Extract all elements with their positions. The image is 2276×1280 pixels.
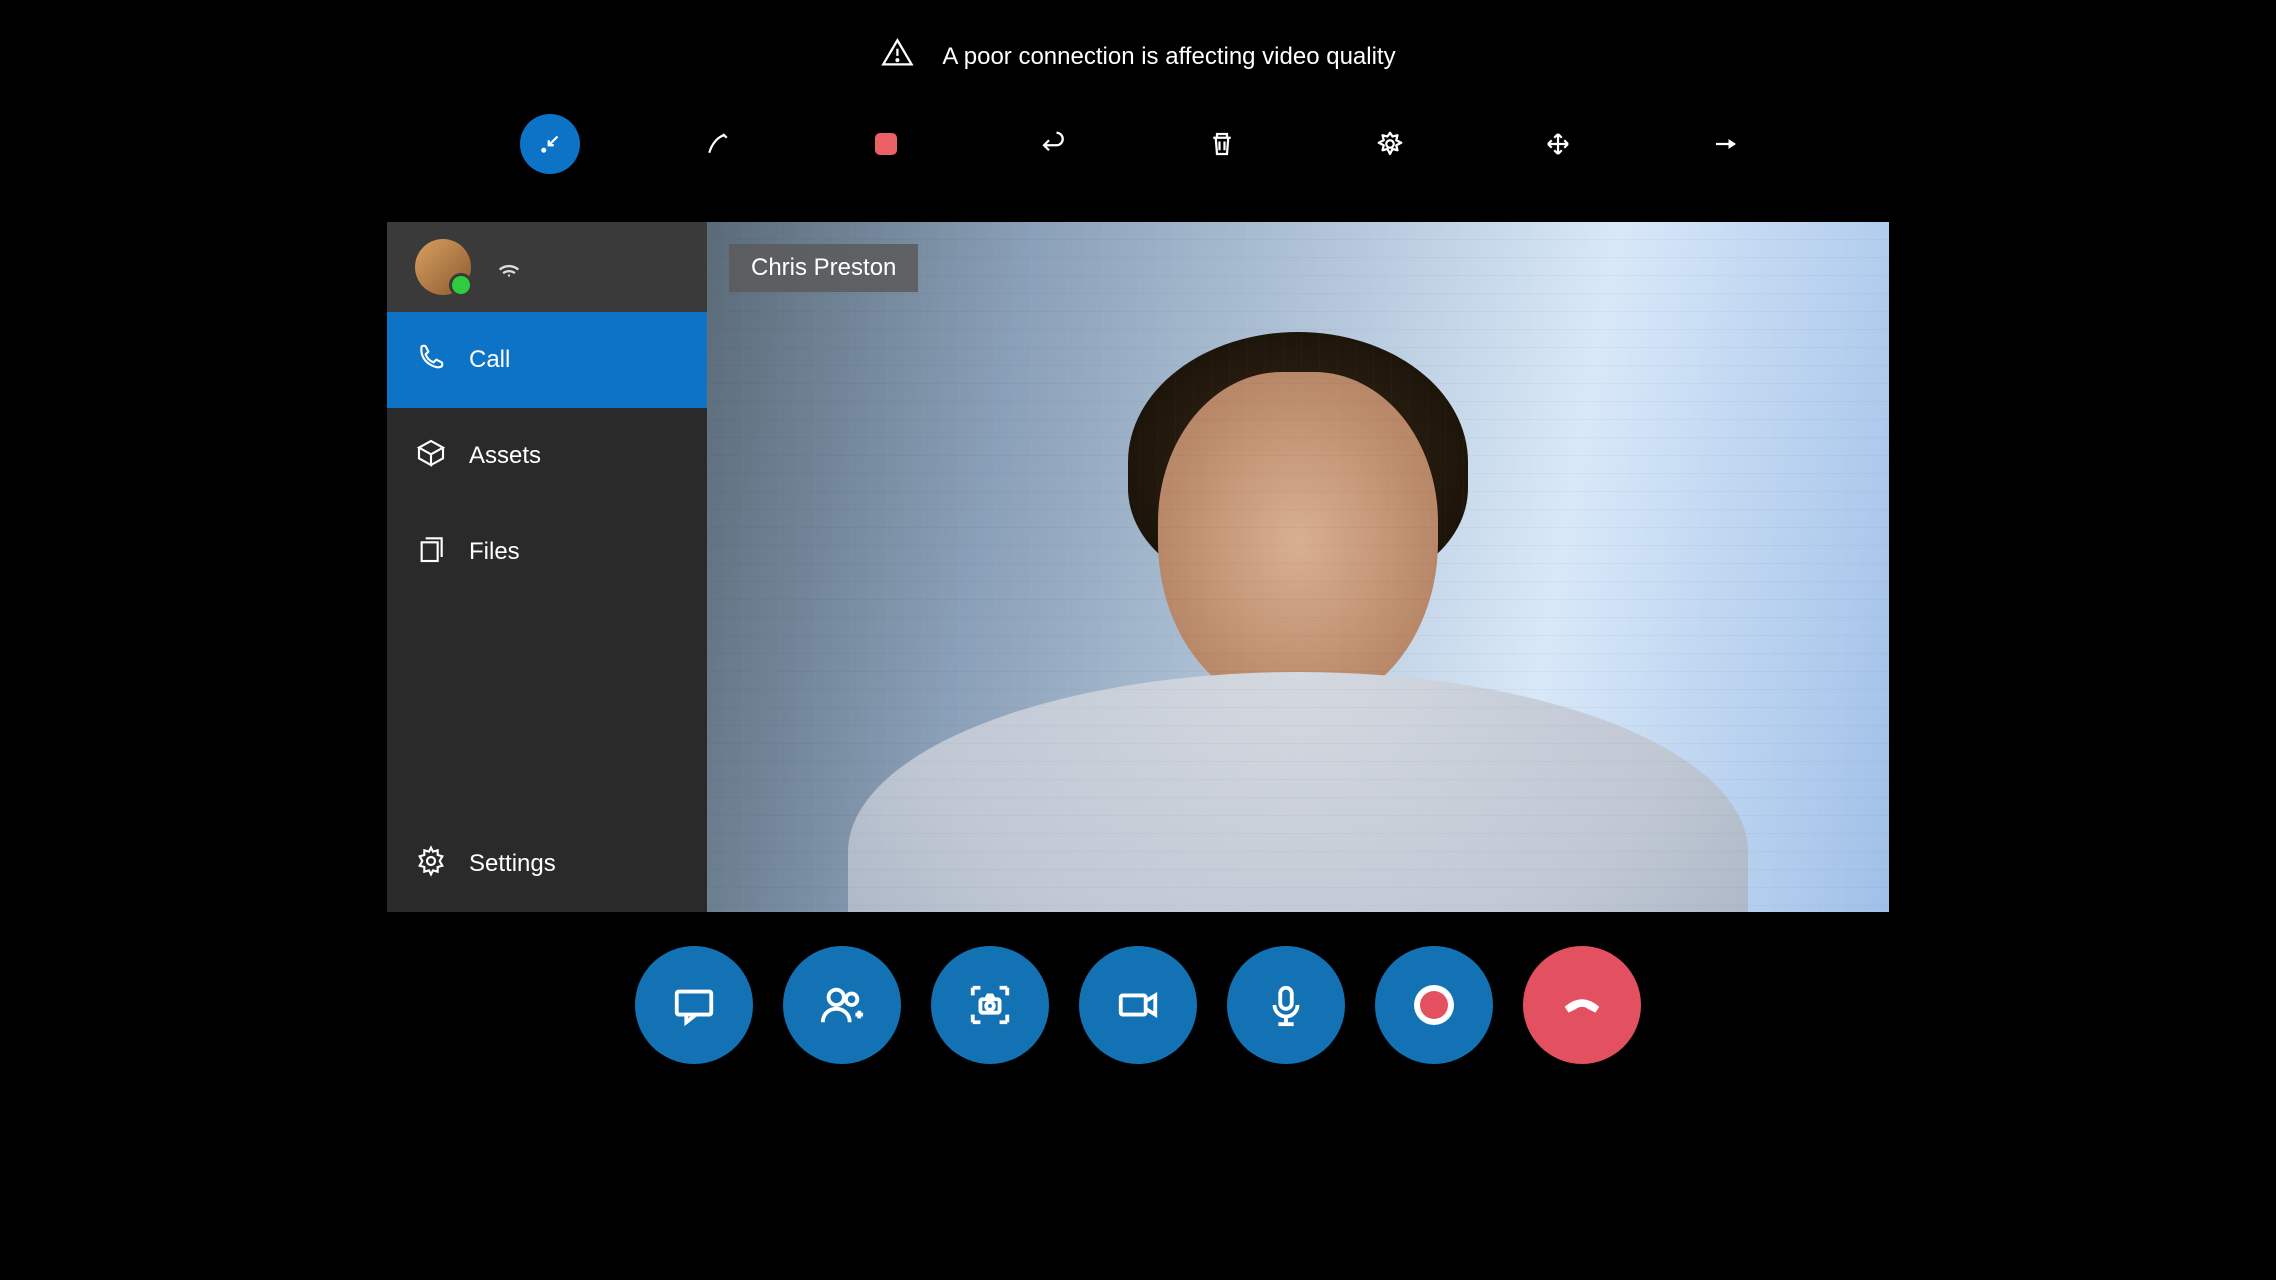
camera-button[interactable] — [1079, 946, 1197, 1064]
cube-icon — [415, 437, 447, 476]
call-controls — [635, 946, 1641, 1064]
delete-button[interactable] — [1192, 114, 1252, 174]
ink-button[interactable] — [688, 114, 748, 174]
sidebar: Call Assets Files Settings — [387, 222, 707, 912]
sidebar-item-files[interactable]: Files — [387, 504, 707, 600]
chat-button[interactable] — [635, 946, 753, 1064]
collapse-button[interactable] — [520, 114, 580, 174]
stop-record-button[interactable] — [856, 114, 916, 174]
record-dot-icon — [1420, 991, 1448, 1019]
annotation-toolbar — [520, 114, 1756, 174]
files-icon — [415, 533, 447, 572]
participant-name-label: Chris Preston — [729, 244, 918, 292]
undo-button[interactable] — [1024, 114, 1084, 174]
signal-icon — [495, 251, 523, 284]
main-container: Call Assets Files Settings — [387, 222, 1889, 912]
sidebar-item-call[interactable]: Call — [387, 312, 707, 408]
sidebar-item-assets[interactable]: Assets — [387, 408, 707, 504]
sidebar-item-label: Call — [469, 346, 510, 374]
pin-button[interactable] — [1696, 114, 1756, 174]
effects-button[interactable] — [1360, 114, 1420, 174]
sidebar-item-settings[interactable]: Settings — [387, 816, 707, 912]
snapshot-button[interactable] — [931, 946, 1049, 1064]
microphone-button[interactable] — [1227, 946, 1345, 1064]
remote-video: Chris Preston — [707, 222, 1889, 912]
sidebar-item-label: Settings — [469, 850, 556, 878]
phone-icon — [415, 341, 447, 380]
connection-warning-text: A poor connection is affecting video qua… — [942, 43, 1395, 71]
record-button[interactable] — [1375, 946, 1493, 1064]
sidebar-header — [387, 222, 707, 312]
add-participant-button[interactable] — [783, 946, 901, 1064]
connection-warning-banner: A poor connection is affecting video qua… — [880, 36, 1395, 77]
avatar[interactable] — [415, 239, 471, 295]
warning-icon — [880, 36, 914, 77]
participant-name-text: Chris Preston — [751, 254, 896, 281]
sidebar-item-label: Assets — [469, 442, 541, 470]
expand-button[interactable] — [1528, 114, 1588, 174]
hangup-button[interactable] — [1523, 946, 1641, 1064]
sidebar-item-label: Files — [469, 538, 520, 566]
gear-icon — [415, 845, 447, 884]
